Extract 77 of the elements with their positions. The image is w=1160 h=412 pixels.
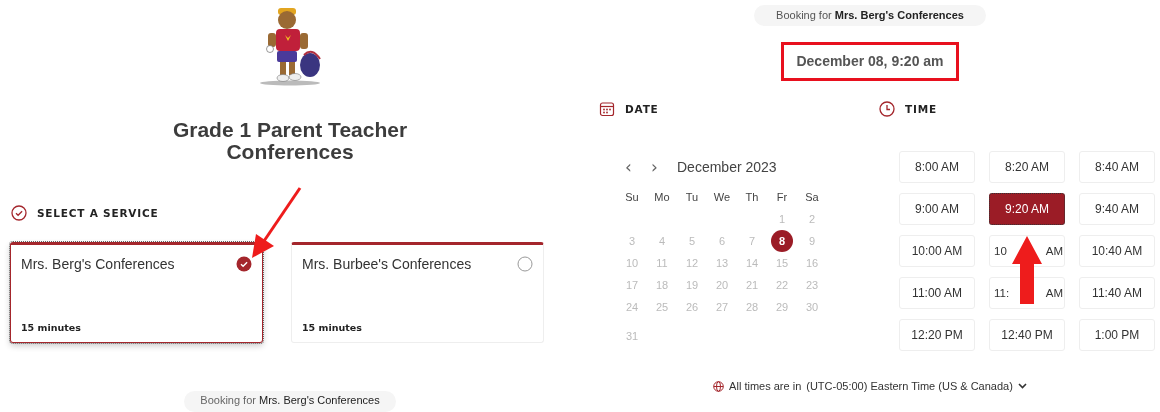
duration-label: 15 minutes [21,322,82,333]
time-slot-button[interactable]: 12:40 PM [989,319,1065,351]
calendar-day[interactable]: 5 [681,230,703,252]
page-title: Grade 1 Parent Teacher Conferences [171,119,409,163]
section-heading: SELECT A SERVICE [37,207,159,219]
time-slot-button[interactable]: 11:00 AM [899,277,975,309]
calendar-day[interactable]: 21 [741,274,763,296]
booking-pill: Booking for Mrs. Berg's Conferences [754,5,986,26]
calendar-day[interactable]: 27 [711,296,733,318]
section-heading: DATE [625,103,659,115]
month-label: December 2023 [677,159,777,175]
globe-icon [713,380,725,392]
caret-icon [1017,383,1027,389]
radio-icon [517,256,533,272]
calendar-day[interactable]: 22 [771,274,793,296]
time-slot-button[interactable]: 8:40 AM [1079,151,1155,183]
selected-datetime: December 08, 9:20 am [781,42,959,81]
next-month-button[interactable]: › [651,157,677,177]
timezone-dropdown[interactable]: (UTC-05:00) Eastern Time (US & Canada) [806,380,1027,392]
calendar-day[interactable]: 16 [801,252,823,274]
weekday-label: Tu [684,190,700,202]
calendar-day[interactable]: 4 [651,230,673,252]
calendar-day[interactable]: 10 [621,252,643,274]
service-name: Mrs. Berg's Conferences [21,256,175,272]
duration-label: 15 minutes [302,322,363,333]
calendar-day[interactable]: 29 [771,296,793,318]
calendar-day[interactable]: 30 [801,296,823,318]
service-card[interactable]: Mrs. Burbee's Conferences 15 minutes [291,242,544,343]
previous-month-button[interactable]: ‹ [625,157,651,177]
calendar-day[interactable]: 11 [651,252,673,274]
weekday-label: Fr [775,190,789,202]
calendar-day[interactable]: 17 [621,274,643,296]
section-heading: TIME [905,103,937,115]
booking-service: Mrs. Berg's Conferences [258,394,380,406]
calendar-day[interactable]: 1 [771,208,793,230]
calendar-day[interactable]: 26 [681,296,703,318]
weekday-label: Sa [804,190,820,202]
calendar-day[interactable]: 18 [651,274,673,296]
time-slot-button[interactable]: 9:40 AM [1079,193,1155,225]
calendar-day[interactable]: 28 [741,296,763,318]
weekday-label: Mo [653,190,671,202]
calendar-day[interactable]: 20 [711,274,733,296]
calendar-day[interactable]: 3 [621,230,643,252]
calendar-day[interactable]: 31 [621,325,643,347]
time-slot-button[interactable]: 9:00 AM [899,193,975,225]
calendar-day[interactable]: 15 [771,252,793,274]
calendar-day[interactable]: 19 [681,274,703,296]
calendar-day[interactable]: 7 [741,230,763,252]
calendar-day[interactable]: 23 [801,274,823,296]
time-slot-button[interactable]: 10:00 AM [899,235,975,267]
check-circle-icon [11,205,27,221]
calendar-day[interactable]: 2 [801,208,823,230]
clock-icon [879,101,895,117]
checkmark-icon [236,256,252,272]
calendar-day[interactable]: 24 [621,296,643,318]
time-slot-button[interactable]: 9:20 AM [989,193,1065,225]
service-name: Mrs. Burbee's Conferences [302,256,472,272]
calendar-day[interactable]: 25 [651,296,673,318]
time-slot-button[interactable]: 1:00 PM [1079,319,1155,351]
calendar-day[interactable]: 8 [771,230,793,252]
timezone-label: All times are in [729,380,802,392]
time-slot-button[interactable]: 8:00 AM [899,151,975,183]
booking-label: Booking for [200,394,256,406]
service-card[interactable]: Mrs. Berg's Conferences 15 minutes [10,242,263,343]
calendar-day[interactable]: 6 [711,230,733,252]
time-slot-button[interactable]: 11:40 AM [1079,277,1155,309]
time-slot-button[interactable]: 8:20 AM [989,151,1065,183]
time-slot-button[interactable]: 10:40 AM [1079,235,1155,267]
weekday-label: Su [624,190,640,202]
calendar-icon [599,101,615,117]
calendar-day[interactable]: 12 [681,252,703,274]
time-slot-button[interactable]: 12:20 PM [899,319,975,351]
calendar-day[interactable]: 9 [801,230,823,252]
weekday-label: We [712,190,732,202]
calendar-day[interactable]: 14 [741,252,763,274]
weekday-label: Th [744,190,760,202]
calendar-day[interactable]: 13 [711,252,733,274]
